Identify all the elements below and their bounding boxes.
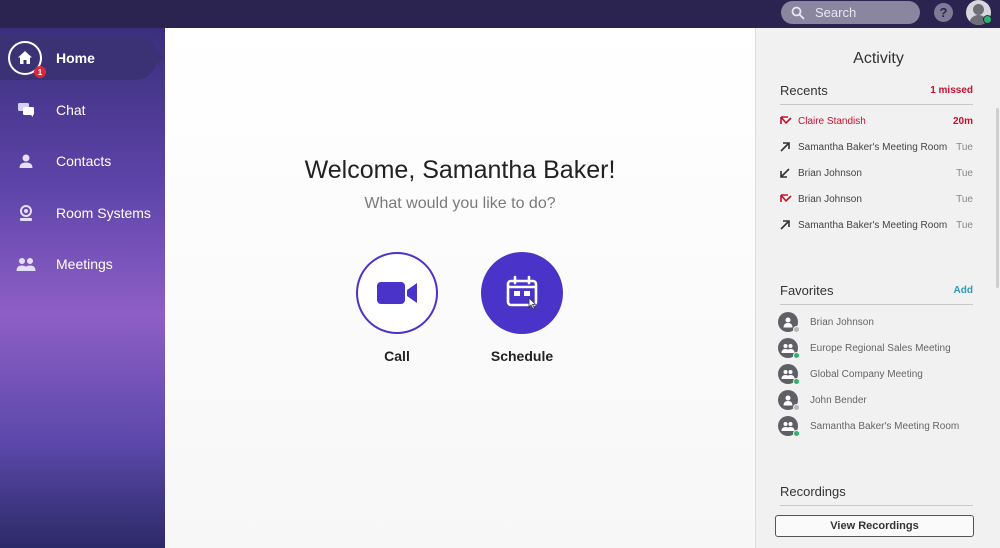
recent-name: Samantha Baker's Meeting Room (798, 219, 948, 231)
favorite-item[interactable]: Samantha Baker's Meeting Room (778, 415, 978, 437)
group-avatar-icon (778, 416, 800, 437)
recordings-header: Recordings (780, 484, 973, 506)
incoming-call-icon (780, 168, 798, 178)
sidebar-item-home[interactable]: 1 Home (0, 36, 164, 80)
call-action[interactable]: Call (355, 252, 439, 364)
meetings-icon (16, 254, 36, 274)
favorite-name: Global Company Meeting (810, 368, 923, 380)
view-recordings-button[interactable]: View Recordings (775, 515, 974, 537)
recent-call-row[interactable]: Samantha Baker's Meeting Room Tue (780, 138, 973, 156)
recent-time: Tue (956, 141, 973, 153)
sidebar-item-room-systems[interactable]: Room Systems (0, 191, 165, 235)
call-label: Call (384, 348, 410, 364)
recordings-title: Recordings (780, 484, 846, 499)
contacts-icon (16, 151, 36, 171)
welcome-subtitle: What would you like to do? (364, 195, 556, 212)
recent-time: 20m (952, 115, 973, 127)
recent-time: Tue (956, 193, 973, 205)
search-box[interactable] (781, 1, 920, 24)
schedule-action[interactable]: Schedule (480, 252, 564, 364)
missed-call-icon (780, 194, 798, 204)
recents-title: Recents (780, 83, 828, 98)
chat-icon (16, 100, 36, 120)
sidebar-item-label: Meetings (56, 256, 113, 272)
favorite-name: Europe Regional Sales Meeting (810, 342, 951, 354)
favorite-name: Samantha Baker's Meeting Room (810, 420, 960, 432)
group-avatar-icon (778, 364, 800, 385)
recent-name: Claire Standish (798, 115, 866, 127)
schedule-label: Schedule (490, 348, 554, 364)
activity-title: Activity (853, 50, 904, 67)
recent-call-row[interactable]: Brian Johnson Tue (780, 164, 973, 182)
recent-name: Brian Johnson (798, 167, 862, 179)
person-avatar-icon (778, 390, 800, 411)
sidebar-item-label: Home (56, 50, 95, 66)
online-status-dot (983, 15, 992, 24)
top-bar: ? (0, 0, 1000, 28)
calendar-icon (506, 275, 538, 310)
recent-call-row[interactable]: Claire Standish 20m (780, 112, 973, 130)
favorite-item[interactable]: Global Company Meeting (778, 363, 978, 385)
online-status-dot (793, 378, 800, 385)
sidebar-item-contacts[interactable]: Contacts (0, 139, 165, 183)
activity-panel: Activity Recents 1 missed Claire Standis… (755, 28, 1000, 548)
sidebar-item-label: Room Systems (56, 205, 151, 221)
sidebar-item-chat[interactable]: Chat (0, 88, 165, 132)
person-avatar-icon (778, 312, 800, 333)
add-favorite-link[interactable]: Add (954, 285, 973, 296)
help-icon[interactable]: ? (934, 3, 953, 22)
favorites-header: Favorites Add (780, 283, 973, 305)
sidebar: 1 Home Chat Contacts Room Systems Meetin… (0, 28, 165, 548)
favorite-item[interactable]: Brian Johnson (778, 311, 978, 333)
favorite-item[interactable]: John Bender (778, 389, 978, 411)
recent-call-row[interactable]: Samantha Baker's Meeting Room Tue (780, 216, 973, 234)
call-button[interactable] (356, 252, 438, 334)
search-input[interactable] (815, 5, 915, 20)
search-icon (791, 6, 805, 19)
recent-call-row[interactable]: Brian Johnson Tue (780, 190, 973, 208)
favorite-item[interactable]: Europe Regional Sales Meeting (778, 337, 978, 359)
notification-badge: 1 (34, 66, 46, 78)
outgoing-call-icon (780, 220, 798, 230)
missed-count[interactable]: 1 missed (930, 85, 973, 96)
missed-call-icon (780, 116, 798, 126)
recent-time: Tue (956, 167, 973, 179)
welcome-heading: Welcome, Samantha Baker! (304, 156, 616, 184)
sidebar-item-meetings[interactable]: Meetings (0, 242, 165, 286)
video-camera-icon (377, 282, 417, 304)
schedule-button[interactable] (481, 252, 563, 334)
favorites-title: Favorites (780, 283, 834, 298)
group-avatar-icon (778, 338, 800, 359)
favorite-name: John Bender (810, 394, 867, 406)
recent-name: Samantha Baker's Meeting Room (798, 141, 948, 153)
offline-status-dot (793, 326, 800, 333)
offline-status-dot (793, 404, 800, 411)
outgoing-call-icon (780, 142, 798, 152)
sidebar-item-label: Chat (56, 102, 86, 118)
recents-header: Recents 1 missed (780, 83, 973, 105)
recent-name: Brian Johnson (798, 193, 862, 205)
online-status-dot (793, 352, 800, 359)
sidebar-item-label: Contacts (56, 153, 112, 169)
favorite-name: Brian Johnson (810, 316, 874, 328)
main-panel: Welcome, Samantha Baker! What would you … (165, 28, 755, 548)
room-systems-icon (16, 203, 36, 223)
recent-time: Tue (956, 219, 973, 231)
activity-scrollbar[interactable] (996, 108, 999, 288)
online-status-dot (793, 430, 800, 437)
